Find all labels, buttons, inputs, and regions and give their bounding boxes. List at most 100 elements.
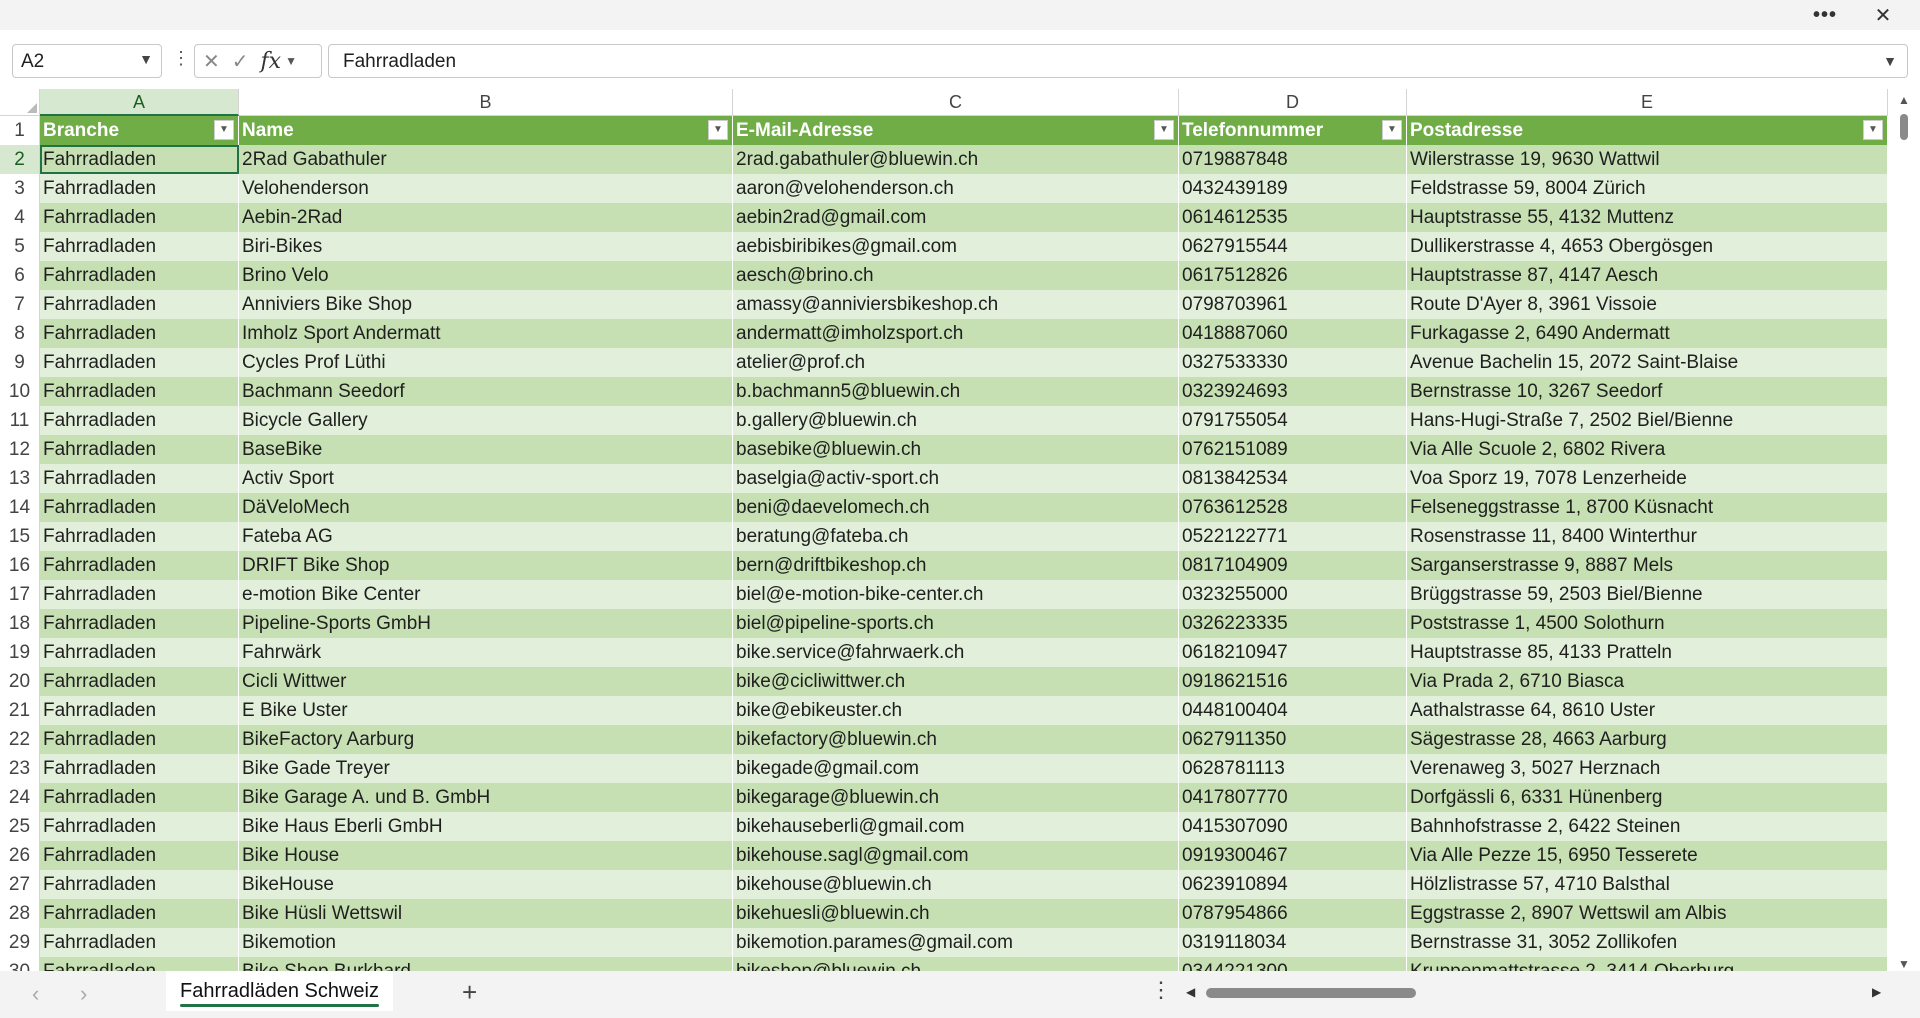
row-header[interactable]: 22 bbox=[0, 725, 40, 754]
table-cell[interactable]: bike@ebikeuster.ch bbox=[733, 696, 1179, 725]
vertical-scrollbar[interactable]: ▲ ▼ bbox=[1892, 89, 1916, 971]
table-cell[interactable]: Felseneggstrasse 1, 8700 Küsnacht bbox=[1407, 493, 1888, 522]
scroll-down-icon[interactable]: ▼ bbox=[1898, 957, 1910, 971]
row-header[interactable]: 27 bbox=[0, 870, 40, 899]
chevron-down-icon[interactable]: ▼ bbox=[139, 51, 153, 67]
table-cell[interactable]: Kruppenmattstrasse 2, 3414 Oberburg bbox=[1407, 957, 1888, 971]
table-cell[interactable]: 0617512826 bbox=[1179, 261, 1407, 290]
table-cell[interactable]: Fahrradladen bbox=[40, 232, 239, 261]
table-cell[interactable]: Bike Hüsli Wettswil bbox=[239, 899, 733, 928]
table-cell[interactable]: Bernstrasse 31, 3052 Zollikofen bbox=[1407, 928, 1888, 957]
table-cell[interactable]: Fahrradladen bbox=[40, 667, 239, 696]
table-header-cell[interactable]: Telefonnummer ▼ bbox=[1179, 116, 1407, 145]
table-cell[interactable]: aesch@brino.ch bbox=[733, 261, 1179, 290]
table-cell[interactable]: bikemotion.parames@gmail.com bbox=[733, 928, 1179, 957]
table-cell[interactable]: Bikemotion bbox=[239, 928, 733, 957]
function-icon[interactable]: fx bbox=[261, 49, 282, 74]
table-cell[interactable]: Fahrradladen bbox=[40, 638, 239, 667]
table-cell[interactable]: Biri-Bikes bbox=[239, 232, 733, 261]
table-cell[interactable]: BikeFactory Aarburg bbox=[239, 725, 733, 754]
table-cell[interactable]: Fahrradladen bbox=[40, 377, 239, 406]
table-cell[interactable]: bikefactory@bluewin.ch bbox=[733, 725, 1179, 754]
table-cell[interactable]: 0791755054 bbox=[1179, 406, 1407, 435]
table-cell[interactable]: 0327533330 bbox=[1179, 348, 1407, 377]
table-cell[interactable]: Hauptstrasse 55, 4132 Muttenz bbox=[1407, 203, 1888, 232]
column-header-d[interactable]: D bbox=[1179, 89, 1407, 116]
table-cell[interactable]: Fahrradladen bbox=[40, 145, 239, 174]
table-cell[interactable]: Aathalstrasse 64, 8610 Uster bbox=[1407, 696, 1888, 725]
row-header[interactable]: 23 bbox=[0, 754, 40, 783]
table-cell[interactable]: 0319118034 bbox=[1179, 928, 1407, 957]
table-cell[interactable]: Fahrradladen bbox=[40, 783, 239, 812]
table-cell[interactable]: aebisbiribikes@gmail.com bbox=[733, 232, 1179, 261]
table-cell[interactable]: Bike House bbox=[239, 841, 733, 870]
row-header[interactable]: 6 bbox=[0, 261, 40, 290]
table-header-cell[interactable]: Postadresse ▼ bbox=[1407, 116, 1888, 145]
select-all-corner[interactable] bbox=[0, 89, 40, 116]
table-cell[interactable]: DäVeloMech bbox=[239, 493, 733, 522]
table-cell[interactable]: Fahrradladen bbox=[40, 928, 239, 957]
scroll-right-icon[interactable]: ▶ bbox=[1872, 985, 1881, 999]
table-cell[interactable]: Fahrradladen bbox=[40, 957, 239, 971]
horizontal-scroll-thumb[interactable] bbox=[1206, 988, 1416, 998]
table-cell[interactable]: Via Prada 2, 6710 Biasca bbox=[1407, 667, 1888, 696]
table-cell[interactable]: Hans-Hugi-Straße 7, 2502 Biel/Bienne bbox=[1407, 406, 1888, 435]
table-cell[interactable]: Sägestrasse 28, 4663 Aarburg bbox=[1407, 725, 1888, 754]
name-box[interactable]: A2 ▼ bbox=[12, 44, 162, 78]
table-cell[interactable]: Brino Velo bbox=[239, 261, 733, 290]
table-cell[interactable]: Fateba AG bbox=[239, 522, 733, 551]
table-cell[interactable]: 2rad.gabathuler@bluewin.ch bbox=[733, 145, 1179, 174]
row-header[interactable]: 28 bbox=[0, 899, 40, 928]
table-cell[interactable]: Fahrradladen bbox=[40, 348, 239, 377]
table-cell[interactable]: Hauptstrasse 87, 4147 Aesch bbox=[1407, 261, 1888, 290]
chevron-right-icon[interactable]: › bbox=[80, 981, 87, 1007]
chevron-left-icon[interactable]: ‹ bbox=[32, 981, 39, 1007]
table-cell[interactable]: Fahrradladen bbox=[40, 464, 239, 493]
table-cell[interactable]: 0323255000 bbox=[1179, 580, 1407, 609]
table-cell[interactable]: Velohenderson bbox=[239, 174, 733, 203]
table-cell[interactable]: aebin2rad@gmail.com bbox=[733, 203, 1179, 232]
table-header-cell[interactable]: Branche ▼ bbox=[40, 116, 239, 145]
table-cell[interactable]: Voa Sporz 19, 7078 Lenzerheide bbox=[1407, 464, 1888, 493]
row-header[interactable]: 29 bbox=[0, 928, 40, 957]
table-cell[interactable]: Avenue Bachelin 15, 2072 Saint-Blaise bbox=[1407, 348, 1888, 377]
table-cell[interactable]: 0326223335 bbox=[1179, 609, 1407, 638]
table-cell[interactable]: bikehuesli@bluewin.ch bbox=[733, 899, 1179, 928]
table-cell[interactable]: 0798703961 bbox=[1179, 290, 1407, 319]
ellipsis-icon[interactable]: ••• bbox=[1802, 2, 1848, 28]
table-cell[interactable]: 0627915544 bbox=[1179, 232, 1407, 261]
table-cell[interactable]: Wilerstrasse 19, 9630 Wattwil bbox=[1407, 145, 1888, 174]
table-cell[interactable]: b.bachmann5@bluewin.ch bbox=[733, 377, 1179, 406]
row-header[interactable]: 26 bbox=[0, 841, 40, 870]
table-cell[interactable]: Bike Haus Eberli GmbH bbox=[239, 812, 733, 841]
table-cell[interactable]: 0627911350 bbox=[1179, 725, 1407, 754]
table-cell[interactable]: 0614612535 bbox=[1179, 203, 1407, 232]
row-header[interactable]: 9 bbox=[0, 348, 40, 377]
vertical-ellipsis-icon[interactable]: ⋮ bbox=[172, 48, 190, 69]
table-cell[interactable]: beratung@fateba.ch bbox=[733, 522, 1179, 551]
row-header[interactable]: 4 bbox=[0, 203, 40, 232]
filter-dropdown-icon[interactable]: ▼ bbox=[1154, 120, 1174, 140]
table-cell[interactable]: 0618210947 bbox=[1179, 638, 1407, 667]
table-cell[interactable]: beni@daevelomech.ch bbox=[733, 493, 1179, 522]
row-header[interactable]: 20 bbox=[0, 667, 40, 696]
table-header-cell[interactable]: Name ▼ bbox=[239, 116, 733, 145]
table-cell[interactable]: Fahrradladen bbox=[40, 609, 239, 638]
table-cell[interactable]: biel@e-motion-bike-center.ch bbox=[733, 580, 1179, 609]
table-cell[interactable]: Fahrwärk bbox=[239, 638, 733, 667]
table-cell[interactable]: 0522122771 bbox=[1179, 522, 1407, 551]
scroll-up-icon[interactable]: ▲ bbox=[1898, 93, 1910, 107]
table-cell[interactable]: Dorfgässli 6, 6331 Hünenberg bbox=[1407, 783, 1888, 812]
filter-dropdown-icon[interactable]: ▼ bbox=[1863, 120, 1883, 140]
table-cell[interactable]: andermatt@imholzsport.ch bbox=[733, 319, 1179, 348]
table-cell[interactable]: Brüggstrasse 59, 2503 Biel/Bienne bbox=[1407, 580, 1888, 609]
table-cell[interactable]: bikehouse@bluewin.ch bbox=[733, 870, 1179, 899]
row-header[interactable]: 14 bbox=[0, 493, 40, 522]
table-cell[interactable]: Fahrradladen bbox=[40, 319, 239, 348]
chevron-down-icon[interactable]: ▼ bbox=[285, 54, 297, 68]
table-cell[interactable]: 0323924693 bbox=[1179, 377, 1407, 406]
table-cell[interactable]: basebike@bluewin.ch bbox=[733, 435, 1179, 464]
table-cell[interactable]: DRIFT Bike Shop bbox=[239, 551, 733, 580]
column-header-c[interactable]: C bbox=[733, 89, 1179, 116]
table-cell[interactable]: 0762151089 bbox=[1179, 435, 1407, 464]
